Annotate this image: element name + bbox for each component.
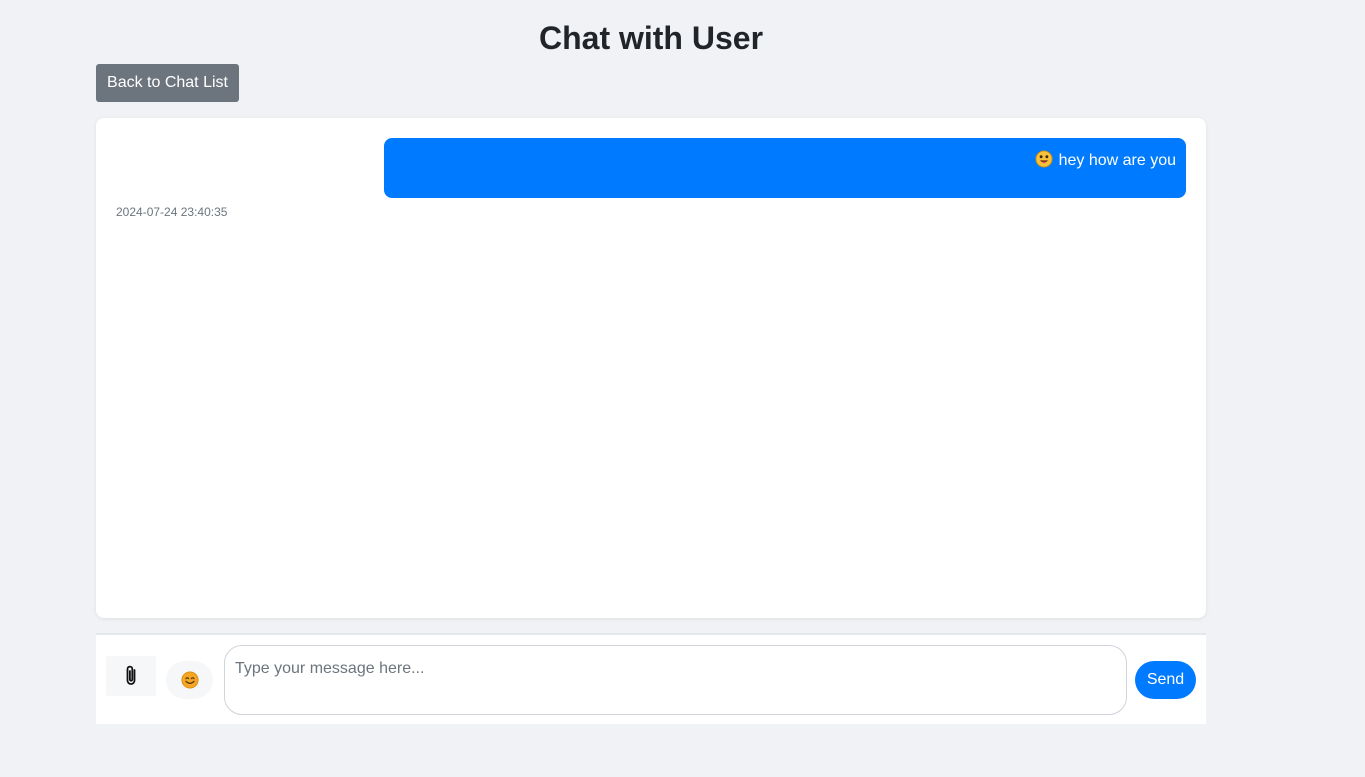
paperclip-icon xyxy=(126,665,136,685)
chat-window: hey how are you 2024-07-24 23:40:35 xyxy=(96,118,1206,618)
attach-file-button[interactable] xyxy=(106,656,156,696)
emoji-picker-button[interactable] xyxy=(166,661,213,699)
page-title: Chat with User xyxy=(538,20,764,56)
message-input[interactable] xyxy=(224,645,1127,715)
message-bubble-sent: hey how are you xyxy=(384,138,1186,198)
message-composer: Send xyxy=(96,633,1206,724)
smiley-face-icon xyxy=(180,671,199,689)
back-to-chat-list-button[interactable]: Back to Chat List xyxy=(96,64,239,102)
send-button[interactable]: Send xyxy=(1135,661,1196,699)
message-text: hey how are you xyxy=(1058,152,1176,169)
message-timestamp: 2024-07-24 23:40:35 xyxy=(116,205,228,219)
tongue-out-face-icon xyxy=(1035,150,1053,168)
